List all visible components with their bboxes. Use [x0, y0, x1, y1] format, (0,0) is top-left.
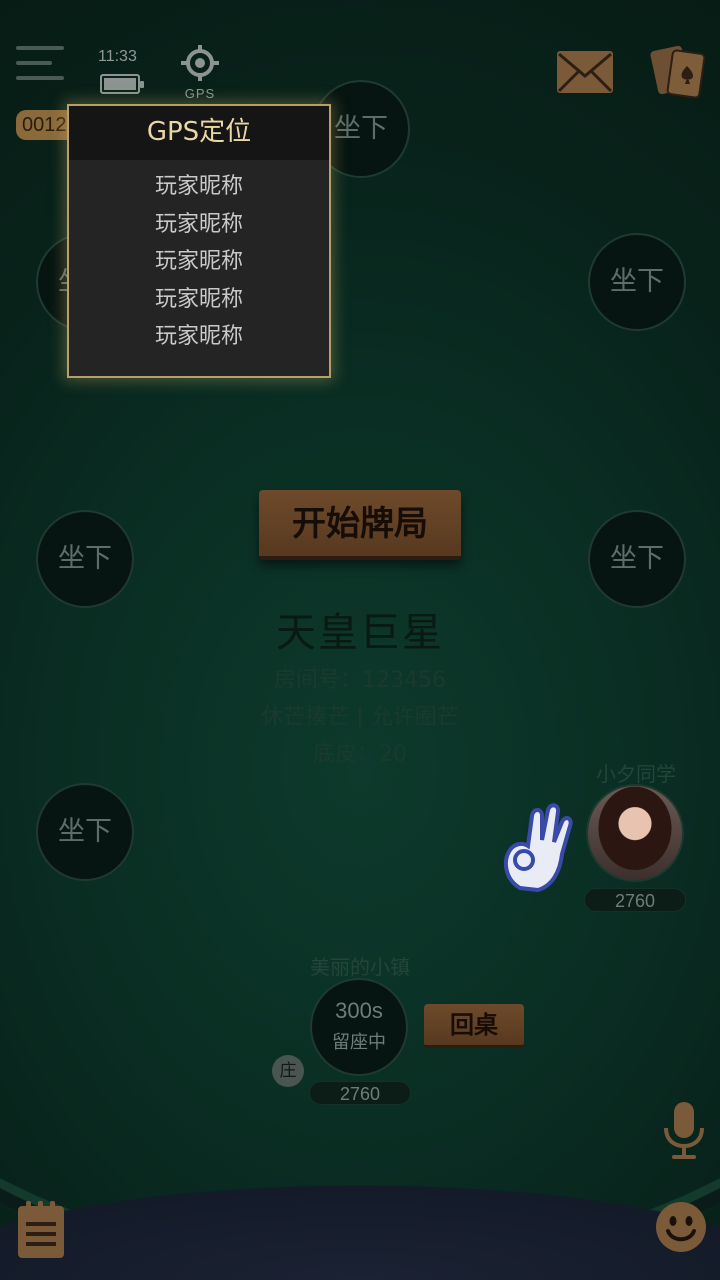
clock-time: 11:33: [98, 48, 137, 65]
mic-icon[interactable]: [660, 1100, 708, 1162]
start-game-button[interactable]: 开始牌局: [259, 490, 461, 560]
return-to-table-button[interactable]: 回桌: [424, 1004, 524, 1048]
cards-icon[interactable]: [650, 44, 708, 100]
gps-player-item[interactable]: 玩家昵称: [69, 168, 329, 206]
self-score: 2760: [309, 1081, 411, 1105]
mail-icon[interactable]: [556, 50, 614, 94]
room-name: 天皇巨星: [276, 610, 444, 656]
gps-player-list: 玩家昵称 玩家昵称 玩家昵称 玩家昵称 玩家昵称: [69, 160, 329, 356]
seat-left-lower[interactable]: 坐下: [36, 783, 134, 881]
seat-right-upper[interactable]: 坐下: [588, 233, 686, 331]
smile-icon[interactable]: [654, 1200, 708, 1254]
room-number: 房间号：123456: [274, 668, 446, 693]
opponent-avatar[interactable]: [586, 784, 684, 882]
gps-popup-title: GPS定位: [69, 106, 329, 160]
opponent-score: 2760: [584, 888, 686, 912]
battery-icon: [100, 74, 144, 94]
self-seat[interactable]: 300s 留座中: [310, 978, 408, 1076]
game-table: 11:33 GPS 0012 坐下 坐下 坐下 坐下 坐下 坐下: [0, 0, 720, 1280]
ok-hand-icon: [498, 800, 578, 894]
reserve-status: 留座中: [332, 1032, 386, 1053]
gps-label: GPS: [184, 86, 216, 101]
gps-player-item[interactable]: 玩家昵称: [69, 281, 329, 319]
opponent-name: 小夕同学: [596, 762, 676, 786]
reserve-timer: 300s: [335, 998, 383, 1023]
gps-player-item[interactable]: 玩家昵称: [69, 243, 329, 281]
gps-player-item[interactable]: 玩家昵称: [69, 206, 329, 244]
self-name: 美丽的小镇: [310, 955, 410, 979]
gps-icon[interactable]: GPS: [180, 44, 220, 101]
room-rules: 休芒揍芒 | 允许圈芒: [261, 705, 459, 730]
seat-left-middle[interactable]: 坐下: [36, 510, 134, 608]
notes-icon[interactable]: [16, 1200, 66, 1260]
gps-popup: GPS定位 玩家昵称 玩家昵称 玩家昵称 玩家昵称 玩家昵称: [67, 104, 331, 378]
dealer-badge: 庄: [272, 1055, 304, 1087]
gps-player-item[interactable]: 玩家昵称: [69, 318, 329, 356]
seat-right-middle[interactable]: 坐下: [588, 510, 686, 608]
menu-icon[interactable]: [16, 46, 66, 96]
bottom-floor: [0, 1150, 720, 1280]
